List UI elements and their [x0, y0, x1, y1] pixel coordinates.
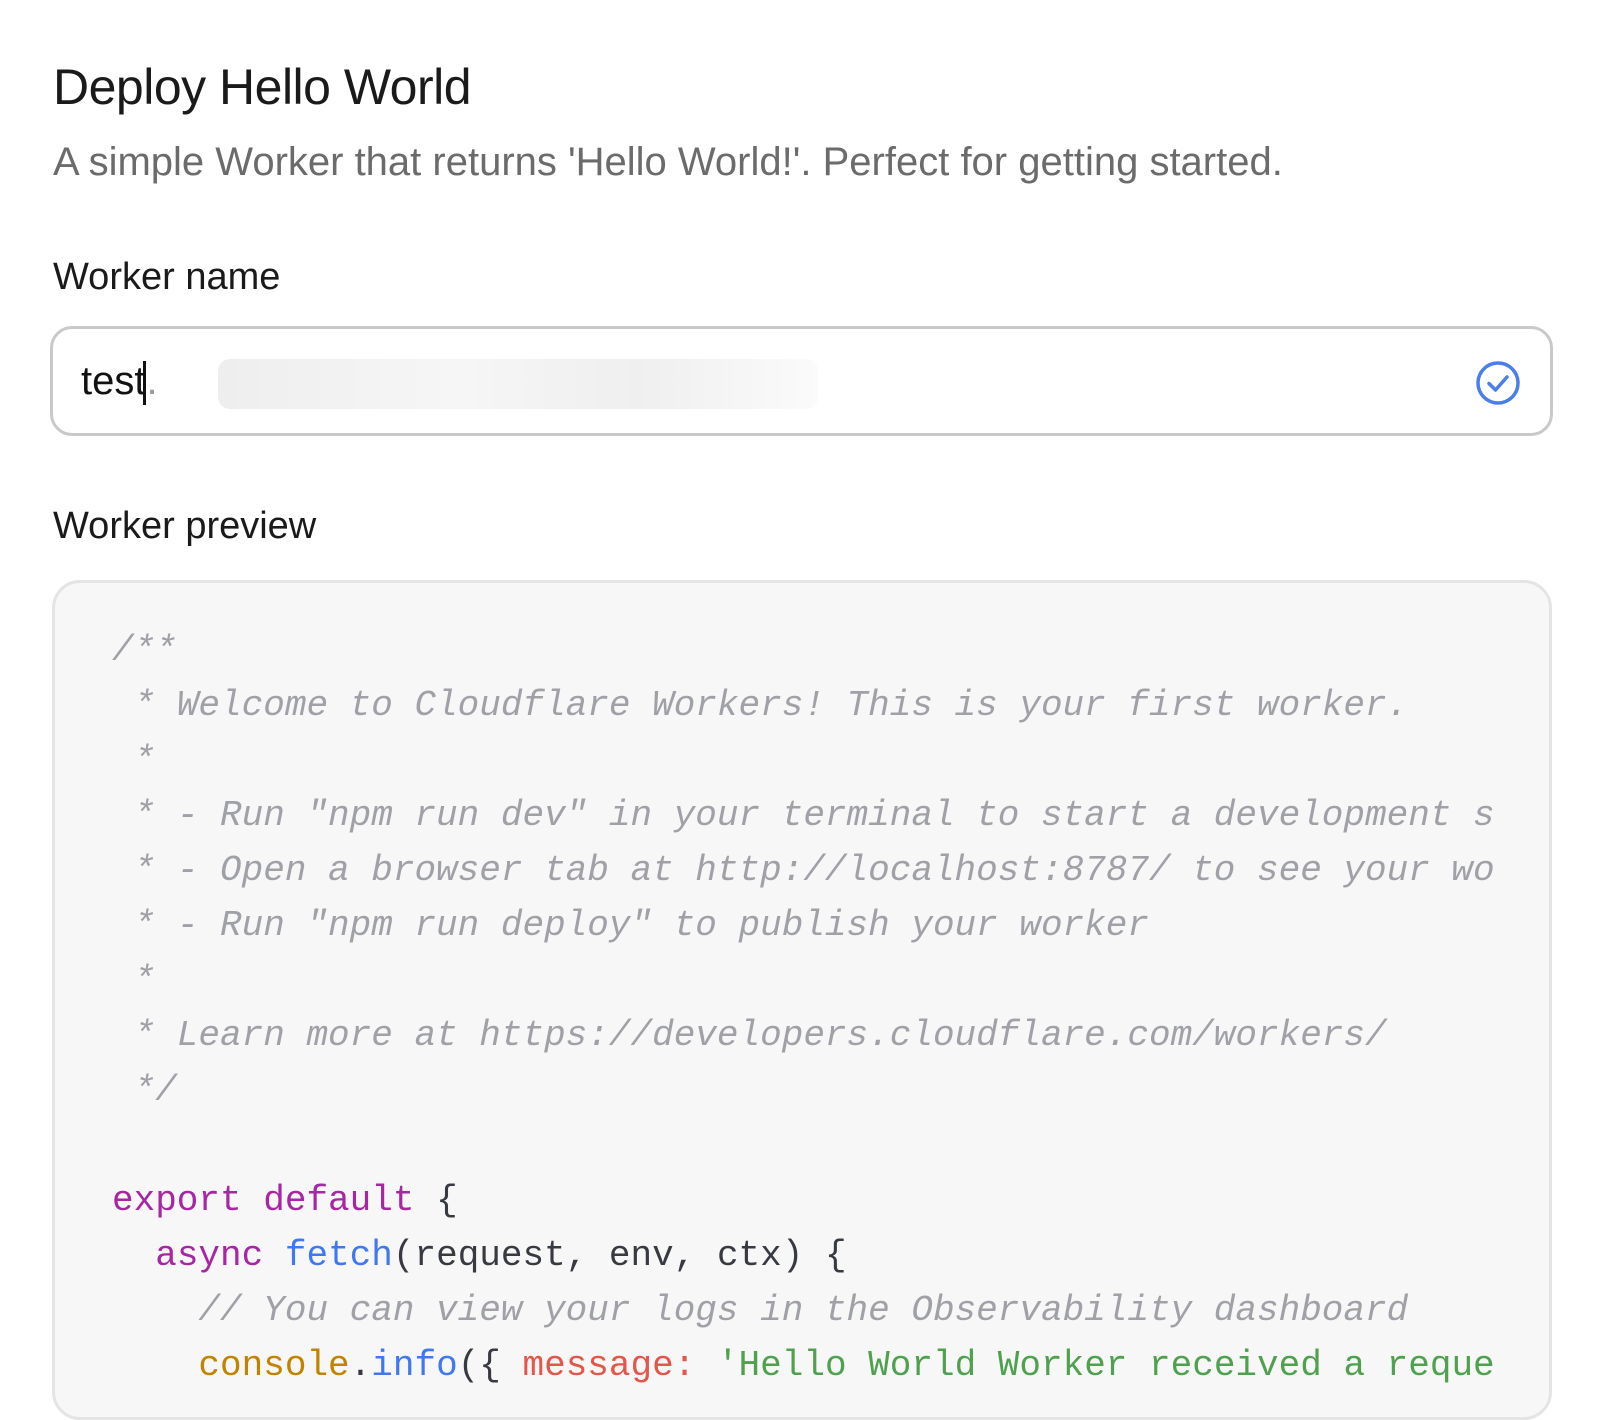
code-token: *	[133, 740, 156, 781]
code-token: {	[414, 1180, 458, 1221]
code-line: async fetch(request, env, ctx) {	[112, 1228, 1495, 1283]
code-token: async	[155, 1235, 264, 1276]
code-line: * - Run "npm run deploy" to publish your…	[112, 898, 1495, 953]
code-line: */	[112, 1063, 1495, 1118]
code-token: fetch	[284, 1235, 393, 1276]
code-token: (request, env, ctx) {	[392, 1235, 847, 1276]
page-title: Deploy Hello World	[53, 59, 472, 115]
worker-name-field[interactable]: test.	[50, 326, 1553, 436]
code-line: * - Open a browser tab at http://localho…	[112, 843, 1495, 898]
check-circle-icon	[1476, 361, 1520, 405]
code-line: * Learn more at https://developers.cloud…	[112, 1008, 1495, 1063]
code-token: message:	[522, 1345, 696, 1386]
code-token: export	[112, 1180, 242, 1221]
code-line: export default {	[112, 1173, 1495, 1228]
code-line: /**	[112, 623, 1495, 678]
code-token: // You can view your logs in the Observa…	[198, 1290, 1409, 1331]
worker-preview-label: Worker preview	[53, 505, 317, 547]
code-preview: /** * Welcome to Cloudflare Workers! Thi…	[112, 623, 1495, 1393]
code-token: ({	[457, 1345, 523, 1386]
worker-name-suffix: .	[146, 359, 158, 403]
code-token: console	[198, 1345, 350, 1386]
code-token: default	[263, 1180, 415, 1221]
worker-name-label: Worker name	[53, 256, 281, 298]
worker-name-value: test	[81, 359, 146, 403]
code-token: info	[371, 1345, 458, 1386]
code-token: *	[133, 960, 156, 1001]
code-token: .	[349, 1345, 372, 1386]
code-line: * Welcome to Cloudflare Workers! This is…	[112, 678, 1495, 733]
code-token: */	[133, 1070, 177, 1111]
code-token: * Learn more at https://developers.cloud…	[133, 1015, 1387, 1056]
code-token: * - Open a browser tab at http://localho…	[133, 850, 1495, 891]
code-line: * - Run "npm run dev" in your terminal t…	[112, 788, 1495, 843]
code-line: console.info({ message: 'Hello World Wor…	[112, 1338, 1495, 1393]
code-token: 'Hello World Worker received a reque	[716, 1345, 1495, 1386]
code-token: * - Run "npm run deploy" to publish your…	[133, 905, 1149, 946]
code-token: * Welcome to Cloudflare Workers! This is…	[133, 685, 1409, 726]
code-line: *	[112, 733, 1495, 788]
redacted-subdomain	[218, 359, 818, 409]
page-subtitle: A simple Worker that returns 'Hello Worl…	[53, 140, 1283, 184]
code-token: /**	[112, 630, 177, 671]
code-line: *	[112, 953, 1495, 1008]
worker-preview-panel[interactable]: /** * Welcome to Cloudflare Workers! Thi…	[52, 580, 1552, 1420]
code-token: * - Run "npm run dev" in your terminal t…	[133, 795, 1495, 836]
code-line: // You can view your logs in the Observa…	[112, 1283, 1495, 1338]
